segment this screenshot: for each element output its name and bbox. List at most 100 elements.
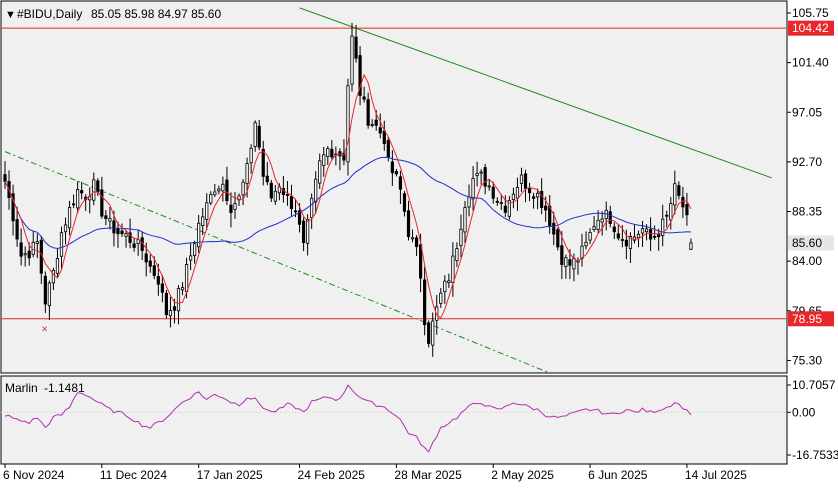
candle-body-down xyxy=(80,190,84,194)
candle-body-up xyxy=(596,219,600,230)
support-level-label: 78.95 xyxy=(792,312,822,326)
candle-body-up xyxy=(673,183,677,206)
candle-body-up xyxy=(189,255,193,261)
candle-body-down xyxy=(19,242,23,257)
candle-body-up xyxy=(370,124,374,126)
candle-body-up xyxy=(205,202,209,220)
candle-body-up xyxy=(221,183,225,192)
time-tick-label: 28 Mar 2025 xyxy=(394,468,462,482)
candle-body-up xyxy=(410,237,415,240)
ohlc-label: 85.05 85.98 84.97 85.60 xyxy=(91,7,221,21)
candle-body-up xyxy=(35,241,39,244)
current-price-box: 85.60 xyxy=(788,235,834,251)
indicator-name: Marlin xyxy=(5,381,38,395)
candle-body-up xyxy=(209,194,213,204)
candle-body-down xyxy=(495,200,499,203)
candle xyxy=(427,320,431,348)
candle-body-up xyxy=(475,172,479,176)
candle-body-up xyxy=(536,192,540,198)
candle-body-up xyxy=(253,122,257,147)
candle-body-down xyxy=(156,276,160,285)
indicator-tick-label: 10.7057 xyxy=(792,378,836,392)
candle-body-down xyxy=(269,182,273,199)
candle-body-down xyxy=(293,210,298,213)
candle-body-up xyxy=(59,232,64,257)
candle-body-up xyxy=(318,160,322,184)
candle-body-down xyxy=(229,204,233,213)
candle-body-up xyxy=(644,228,649,233)
candle-body-down xyxy=(491,186,495,199)
candle-body-down xyxy=(289,195,294,209)
candle-body-up xyxy=(584,241,588,247)
indicator-panel[interactable] xyxy=(0,375,788,465)
candle-body-down xyxy=(15,219,19,240)
price-panel[interactable] xyxy=(0,0,788,374)
candle-body-down xyxy=(382,130,386,144)
candle-body-down xyxy=(531,196,536,199)
candle-body-down xyxy=(112,220,116,234)
candle-body-down xyxy=(402,193,407,212)
candle-body-up xyxy=(213,191,217,196)
candle-body-down xyxy=(152,265,156,276)
price-tick-label: 75.30 xyxy=(792,353,822,367)
candle-body-up xyxy=(443,280,447,293)
candle-body-up xyxy=(564,257,568,268)
indicator-value: -1.1481 xyxy=(44,381,85,395)
price-tick-label: 84.00 xyxy=(792,254,822,268)
candle-body-down xyxy=(665,214,669,217)
indicator-tick-label: -16.7533 xyxy=(792,448,838,462)
candle-body-up xyxy=(241,181,245,196)
candle-body-up xyxy=(108,218,112,222)
candle-body-down xyxy=(414,237,419,248)
candle-body-down xyxy=(608,211,612,224)
candle-body-up xyxy=(431,320,435,346)
candle-body-down xyxy=(366,99,370,126)
candle xyxy=(164,289,168,319)
candle-body-down xyxy=(164,292,168,315)
candle-body-up xyxy=(322,154,326,166)
time-tick-label: 6 Nov 2024 xyxy=(3,468,65,482)
price-axis[interactable]: 105.75101.4097.0592.7088.3584.0079.6575.… xyxy=(787,6,834,367)
candle-body-up xyxy=(176,288,181,312)
candle-body-down xyxy=(378,127,382,134)
candle-body-down xyxy=(132,243,136,248)
time-tick-label: 11 Dec 2024 xyxy=(100,468,167,482)
trading-chart[interactable]: × 105.75101.4097.0592.7088.3584.0079.657… xyxy=(0,0,838,488)
candle-body-up xyxy=(467,196,471,208)
candle-body-down xyxy=(612,226,616,233)
candle-body-up xyxy=(459,228,463,246)
time-axis[interactable]: 6 Nov 2024 11 Dec 2024 17 Jan 2025 24 Feb 2… xyxy=(3,464,747,482)
candle-body-up xyxy=(600,218,604,223)
candle-body-up xyxy=(180,287,185,291)
time-tick-label: 2 May 2025 xyxy=(491,468,554,482)
candle-body-down xyxy=(649,229,653,240)
candle-body-down xyxy=(301,220,306,243)
candle-body-up xyxy=(640,228,645,234)
candle-body-down xyxy=(568,259,572,266)
candle-body-down xyxy=(330,148,334,158)
candle-body-up xyxy=(245,163,249,184)
candle-body-down xyxy=(265,175,269,183)
candle-body-down xyxy=(257,125,261,148)
candle-body-down xyxy=(3,174,7,182)
candle-body-up xyxy=(346,85,350,163)
candle-body-down xyxy=(71,203,76,206)
candle-body-up xyxy=(201,216,205,226)
candle-body-up xyxy=(197,222,201,248)
candle-body-down xyxy=(657,234,661,238)
candle-body-down xyxy=(43,275,47,305)
candle-body-down xyxy=(100,189,104,217)
candle-body-down xyxy=(120,230,124,235)
candle-body-down xyxy=(483,167,487,187)
candle-body-down xyxy=(544,205,548,211)
candle-body-down xyxy=(172,306,177,311)
candle-body-down xyxy=(427,322,431,344)
candle-body-up xyxy=(439,292,443,304)
dropdown-arrow-icon[interactable]: ▼ xyxy=(5,9,16,21)
candle-body-up xyxy=(47,282,51,307)
candle-body-up xyxy=(193,243,197,256)
candle-body-down xyxy=(523,173,528,189)
candle-body-down xyxy=(653,236,657,238)
candle-body-down xyxy=(148,260,152,267)
resistance-level-label-box: 104.42 xyxy=(788,20,834,36)
